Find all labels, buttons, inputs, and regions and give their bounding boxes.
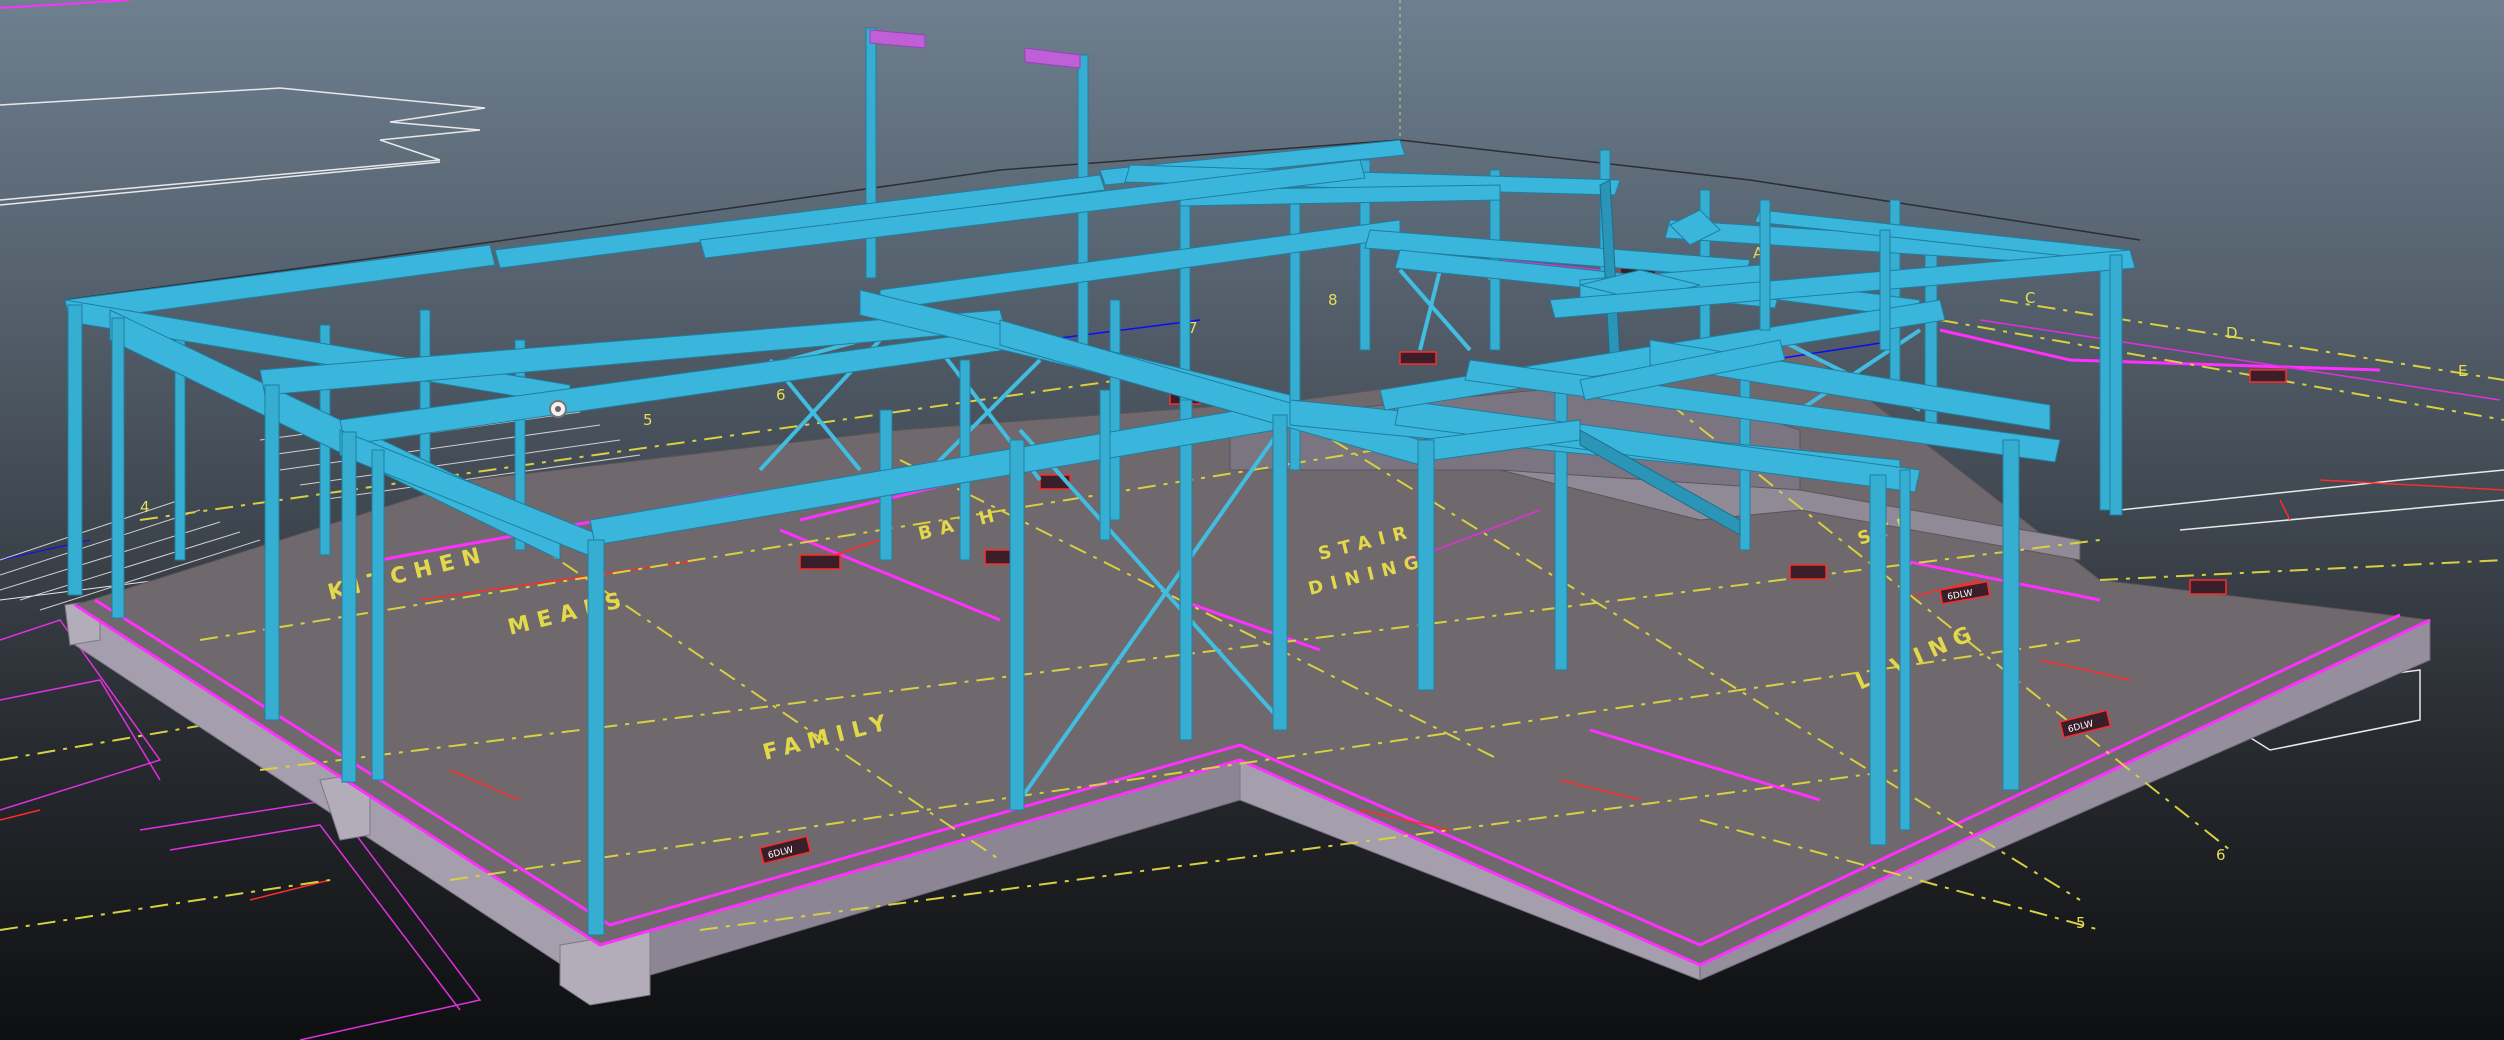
- steel-column: [865, 27, 877, 279]
- column-caps: [869, 29, 1081, 69]
- steel-column: [371, 449, 385, 781]
- window-tag: [1399, 351, 1437, 365]
- window-tag: [2189, 579, 2227, 595]
- window-tag: [2249, 369, 2287, 383]
- grid-label-5: 5: [643, 411, 653, 429]
- steel-column: [1869, 474, 1887, 846]
- steel-column: [1099, 389, 1111, 541]
- steel-beam: [494, 174, 1106, 269]
- steel-column: [2109, 254, 2123, 516]
- steel-column: [1272, 414, 1288, 731]
- steel-column: [1899, 469, 1911, 831]
- steel-column: [587, 539, 605, 936]
- grid-label-C: C: [2025, 289, 2035, 307]
- window-tag: [1789, 564, 1827, 580]
- steel-column: [2002, 439, 2020, 791]
- grid-label-8: 8: [1328, 291, 1338, 309]
- steel-column: [1879, 229, 1891, 351]
- steel-beam: [879, 219, 1401, 311]
- grid-label-5-bubble: 5: [2076, 914, 2086, 932]
- grid-label-E: E: [2458, 362, 2467, 380]
- grid-label-6-bubble: 6: [2216, 846, 2226, 864]
- steel-column: [1009, 439, 1025, 811]
- steel-column: [1109, 299, 1121, 521]
- orbit-gizmo-icon[interactable]: [549, 400, 567, 418]
- grid-label-4: 4: [140, 498, 150, 516]
- steel-column: [1179, 399, 1193, 741]
- steel-column: [67, 304, 83, 596]
- steel-column: [341, 431, 357, 783]
- steel-column: [264, 384, 280, 721]
- grid-label-6: 6: [776, 386, 786, 404]
- steel-column: [111, 317, 125, 619]
- window-tag: [799, 554, 841, 570]
- grid-label-D: D: [2226, 324, 2238, 342]
- model-scene[interactable]: KITCHEN MEALS FAMILY BATH STAIR DINING L…: [0, 0, 2504, 1040]
- steel-column: [1759, 199, 1771, 331]
- steel-column: [1417, 439, 1435, 691]
- 3d-viewport[interactable]: KITCHEN MEALS FAMILY BATH STAIR DINING L…: [0, 0, 2504, 1040]
